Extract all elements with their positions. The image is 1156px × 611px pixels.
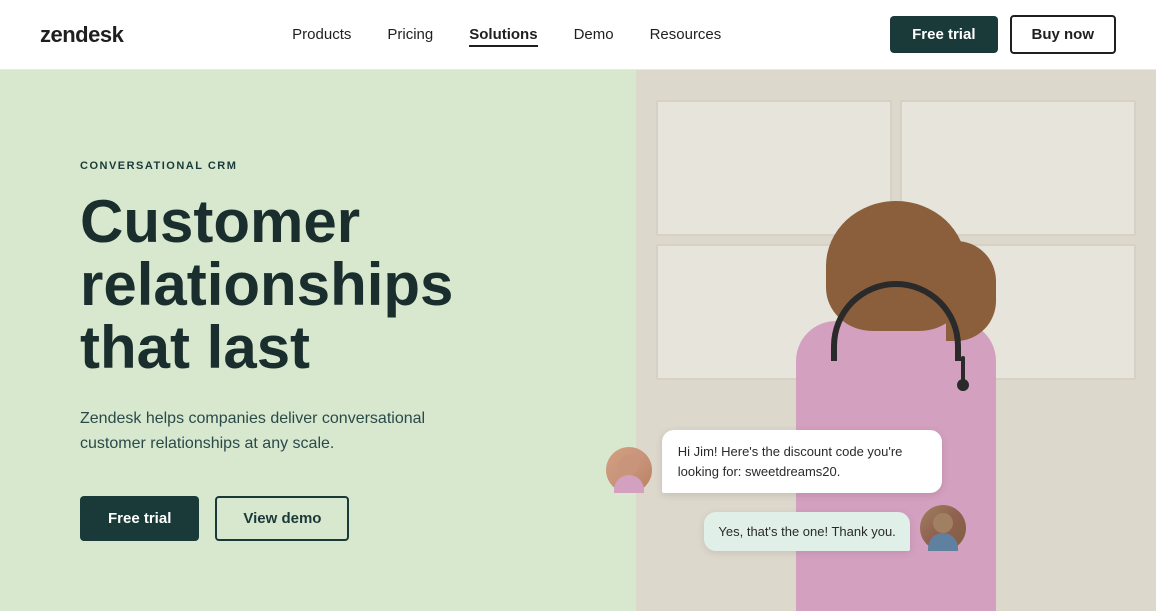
nav-item-pricing[interactable]: Pricing [387, 26, 433, 44]
chat-bubble-user: Yes, that's the one! Thank you. [704, 512, 909, 552]
nav-free-trial-button[interactable]: Free trial [890, 16, 997, 53]
hero-title: Customer relationships that last [80, 190, 460, 379]
hero-view-demo-button[interactable]: View demo [215, 496, 349, 541]
agent-avatar [606, 447, 652, 493]
hero-content: CONVERSATIONAL CRM Customer relationship… [0, 70, 636, 611]
chat-bubble-agent: Hi Jim! Here's the discount code you're … [662, 430, 942, 493]
brand-logo[interactable]: zendesk [40, 22, 123, 48]
hero-image-area: Hi Jim! Here's the discount code you're … [636, 70, 1156, 611]
nav-item-products[interactable]: Products [292, 26, 351, 44]
chat-message-1: Hi Jim! Here's the discount code you're … [606, 430, 966, 493]
nav-buy-now-button[interactable]: Buy now [1010, 15, 1117, 54]
chat-overlay: Hi Jim! Here's the discount code you're … [606, 430, 966, 551]
navbar: zendesk Products Pricing Solutions Demo … [0, 0, 1156, 70]
nav-menu: Products Pricing Solutions Demo Resource… [292, 26, 721, 44]
nav-item-resources[interactable]: Resources [650, 26, 722, 44]
hero-section: CONVERSATIONAL CRM Customer relationship… [0, 70, 1156, 611]
hero-free-trial-button[interactable]: Free trial [80, 496, 199, 541]
user-avatar [920, 505, 966, 551]
headset-mic [961, 356, 965, 391]
hero-subtitle: Zendesk helps companies deliver conversa… [80, 407, 440, 457]
nav-item-solutions[interactable]: Solutions [469, 26, 537, 44]
hero-buttons: Free trial View demo [80, 496, 636, 541]
hero-eyebrow: CONVERSATIONAL CRM [80, 160, 636, 172]
chat-message-2: Yes, that's the one! Thank you. [606, 505, 966, 551]
nav-item-demo[interactable]: Demo [574, 26, 614, 44]
navbar-actions: Free trial Buy now [890, 15, 1116, 54]
